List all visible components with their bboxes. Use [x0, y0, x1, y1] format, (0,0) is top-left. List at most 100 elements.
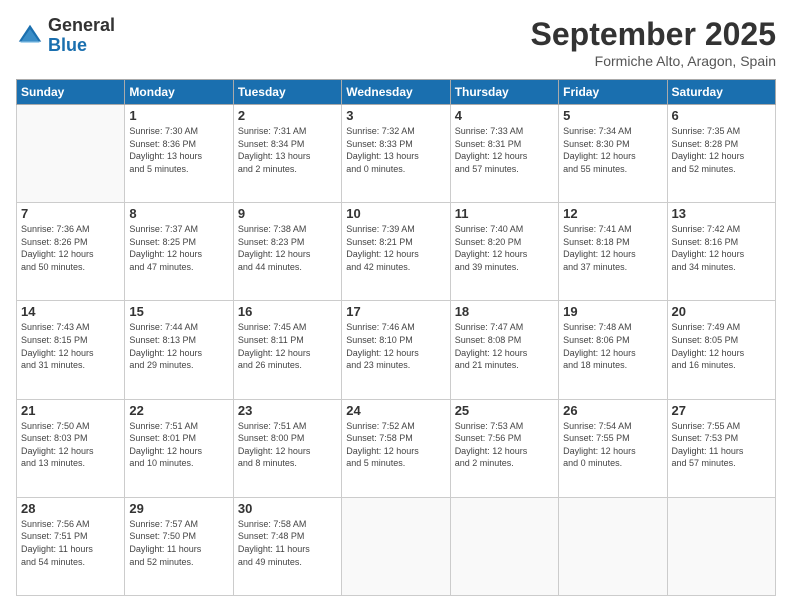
- day-cell: 15Sunrise: 7:44 AM Sunset: 8:13 PM Dayli…: [125, 301, 233, 399]
- day-cell: [667, 497, 775, 595]
- day-cell: 5Sunrise: 7:34 AM Sunset: 8:30 PM Daylig…: [559, 105, 667, 203]
- month-title: September 2025: [531, 16, 776, 53]
- day-number: 21: [21, 403, 120, 418]
- day-info: Sunrise: 7:31 AM Sunset: 8:34 PM Dayligh…: [238, 125, 337, 175]
- header-row: SundayMondayTuesdayWednesdayThursdayFrid…: [17, 80, 776, 105]
- day-cell: 30 Sunrise: 7:58 AM Sunset: 7:48 PM Dayli…: [233, 497, 341, 595]
- week-row-0: 1Sunrise: 7:30 AM Sunset: 8:36 PM Daylig…: [17, 105, 776, 203]
- day-cell: 21 Sunrise: 7:50 AM Sunset: 8:03 PM Dayli…: [17, 399, 125, 497]
- day-header-monday: Monday: [125, 80, 233, 105]
- week-row-2: 14Sunrise: 7:43 AM Sunset: 8:15 PM Dayli…: [17, 301, 776, 399]
- day-header-saturday: Saturday: [667, 80, 775, 105]
- day-info: Sunrise: 7:35 AM Sunset: 8:28 PM Dayligh…: [672, 125, 771, 175]
- day-info: Sunrise: 7:41 AM Sunset: 8:18 PM Dayligh…: [563, 223, 662, 273]
- day-info: Sunrise: 7:53 AM Sunset: 7:56 PM Dayligh…: [455, 420, 554, 470]
- calendar-header: SundayMondayTuesdayWednesdayThursdayFrid…: [17, 80, 776, 105]
- logo: General Blue: [16, 16, 115, 56]
- day-number: 2: [238, 108, 337, 123]
- day-number: 5: [563, 108, 662, 123]
- title-block: September 2025 Formiche Alto, Aragon, Sp…: [531, 16, 776, 69]
- day-info: Sunrise: 7:38 AM Sunset: 8:23 PM Dayligh…: [238, 223, 337, 273]
- day-number: 24: [346, 403, 445, 418]
- day-cell: 10Sunrise: 7:39 AM Sunset: 8:21 PM Dayli…: [342, 203, 450, 301]
- day-cell: 27Sunrise: 7:55 AM Sunset: 7:53 PM Dayli…: [667, 399, 775, 497]
- day-cell: 2 Sunrise: 7:31 AM Sunset: 8:34 PM Daylig…: [233, 105, 341, 203]
- day-cell: [342, 497, 450, 595]
- day-number: 3: [346, 108, 445, 123]
- day-info: Sunrise: 7:50 AM Sunset: 8:03 PM Dayligh…: [21, 420, 120, 470]
- day-info: Sunrise: 7:32 AM Sunset: 8:33 PM Dayligh…: [346, 125, 445, 175]
- day-cell: 23 Sunrise: 7:51 AM Sunset: 8:00 PM Dayli…: [233, 399, 341, 497]
- day-number: 10: [346, 206, 445, 221]
- day-number: 9: [238, 206, 337, 221]
- day-number: 29: [129, 501, 228, 516]
- day-cell: 16 Sunrise: 7:45 AM Sunset: 8:11 PM Dayli…: [233, 301, 341, 399]
- day-number: 18: [455, 304, 554, 319]
- day-info: Sunrise: 7:33 AM Sunset: 8:31 PM Dayligh…: [455, 125, 554, 175]
- header: General Blue September 2025 Formiche Alt…: [16, 16, 776, 69]
- day-number: 26: [563, 403, 662, 418]
- day-info: Sunrise: 7:47 AM Sunset: 8:08 PM Dayligh…: [455, 321, 554, 371]
- day-cell: 4Sunrise: 7:33 AM Sunset: 8:31 PM Daylig…: [450, 105, 558, 203]
- day-info: Sunrise: 7:54 AM Sunset: 7:55 PM Dayligh…: [563, 420, 662, 470]
- day-cell: [17, 105, 125, 203]
- day-cell: 28Sunrise: 7:56 AM Sunset: 7:51 PM Dayli…: [17, 497, 125, 595]
- day-info: Sunrise: 7:37 AM Sunset: 8:25 PM Dayligh…: [129, 223, 228, 273]
- day-cell: 22 Sunrise: 7:51 AM Sunset: 8:01 PM Dayli…: [125, 399, 233, 497]
- day-number: 23: [238, 403, 337, 418]
- logo-general: General: [48, 16, 115, 36]
- day-header-friday: Friday: [559, 80, 667, 105]
- day-cell: 24 Sunrise: 7:52 AM Sunset: 7:58 PM Dayli…: [342, 399, 450, 497]
- day-number: 6: [672, 108, 771, 123]
- day-cell: 19 Sunrise: 7:48 AM Sunset: 8:06 PM Dayli…: [559, 301, 667, 399]
- day-info: Sunrise: 7:48 AM Sunset: 8:06 PM Dayligh…: [563, 321, 662, 371]
- day-number: 30: [238, 501, 337, 516]
- day-cell: 29 Sunrise: 7:57 AM Sunset: 7:50 PM Dayli…: [125, 497, 233, 595]
- day-cell: 26 Sunrise: 7:54 AM Sunset: 7:55 PM Dayli…: [559, 399, 667, 497]
- day-cell: 3 Sunrise: 7:32 AM Sunset: 8:33 PM Daylig…: [342, 105, 450, 203]
- day-number: 8: [129, 206, 228, 221]
- day-number: 12: [563, 206, 662, 221]
- day-info: Sunrise: 7:30 AM Sunset: 8:36 PM Dayligh…: [129, 125, 228, 175]
- day-cell: 1Sunrise: 7:30 AM Sunset: 8:36 PM Daylig…: [125, 105, 233, 203]
- day-info: Sunrise: 7:45 AM Sunset: 8:11 PM Dayligh…: [238, 321, 337, 371]
- logo-blue: Blue: [48, 36, 115, 56]
- day-header-thursday: Thursday: [450, 80, 558, 105]
- day-number: 11: [455, 206, 554, 221]
- day-info: Sunrise: 7:43 AM Sunset: 8:15 PM Dayligh…: [21, 321, 120, 371]
- day-cell: 17 Sunrise: 7:46 AM Sunset: 8:10 PM Dayli…: [342, 301, 450, 399]
- subtitle: Formiche Alto, Aragon, Spain: [531, 53, 776, 69]
- day-info: Sunrise: 7:51 AM Sunset: 8:00 PM Dayligh…: [238, 420, 337, 470]
- day-header-wednesday: Wednesday: [342, 80, 450, 105]
- day-info: Sunrise: 7:46 AM Sunset: 8:10 PM Dayligh…: [346, 321, 445, 371]
- logo-icon: [16, 22, 44, 50]
- day-cell: 8 Sunrise: 7:37 AM Sunset: 8:25 PM Daylig…: [125, 203, 233, 301]
- week-row-3: 21 Sunrise: 7:50 AM Sunset: 8:03 PM Dayli…: [17, 399, 776, 497]
- day-info: Sunrise: 7:55 AM Sunset: 7:53 PM Dayligh…: [672, 420, 771, 470]
- day-number: 19: [563, 304, 662, 319]
- day-number: 20: [672, 304, 771, 319]
- day-number: 15: [129, 304, 228, 319]
- day-number: 13: [672, 206, 771, 221]
- day-cell: 18 Sunrise: 7:47 AM Sunset: 8:08 PM Dayli…: [450, 301, 558, 399]
- day-info: Sunrise: 7:51 AM Sunset: 8:01 PM Dayligh…: [129, 420, 228, 470]
- day-cell: [559, 497, 667, 595]
- day-info: Sunrise: 7:52 AM Sunset: 7:58 PM Dayligh…: [346, 420, 445, 470]
- day-cell: 20Sunrise: 7:49 AM Sunset: 8:05 PM Dayli…: [667, 301, 775, 399]
- day-number: 22: [129, 403, 228, 418]
- day-header-tuesday: Tuesday: [233, 80, 341, 105]
- day-cell: 7Sunrise: 7:36 AM Sunset: 8:26 PM Daylig…: [17, 203, 125, 301]
- day-cell: 11 Sunrise: 7:40 AM Sunset: 8:20 PM Dayli…: [450, 203, 558, 301]
- day-info: Sunrise: 7:58 AM Sunset: 7:48 PM Dayligh…: [238, 518, 337, 568]
- day-cell: 12 Sunrise: 7:41 AM Sunset: 8:18 PM Dayli…: [559, 203, 667, 301]
- day-cell: 6 Sunrise: 7:35 AM Sunset: 8:28 PM Daylig…: [667, 105, 775, 203]
- day-info: Sunrise: 7:42 AM Sunset: 8:16 PM Dayligh…: [672, 223, 771, 273]
- week-row-1: 7Sunrise: 7:36 AM Sunset: 8:26 PM Daylig…: [17, 203, 776, 301]
- day-info: Sunrise: 7:57 AM Sunset: 7:50 PM Dayligh…: [129, 518, 228, 568]
- day-number: 7: [21, 206, 120, 221]
- day-cell: 25 Sunrise: 7:53 AM Sunset: 7:56 PM Dayli…: [450, 399, 558, 497]
- day-number: 16: [238, 304, 337, 319]
- day-info: Sunrise: 7:40 AM Sunset: 8:20 PM Dayligh…: [455, 223, 554, 273]
- day-number: 25: [455, 403, 554, 418]
- day-number: 17: [346, 304, 445, 319]
